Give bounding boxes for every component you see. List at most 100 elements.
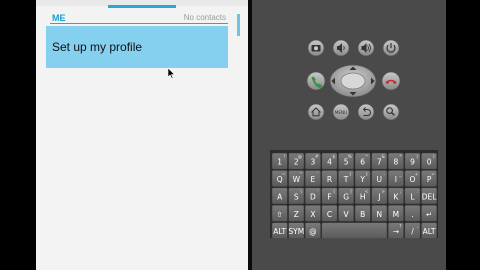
key-label: B xyxy=(360,210,365,219)
key-label: Y xyxy=(359,175,365,184)
key-period[interactable]: . xyxy=(404,204,421,222)
key-y[interactable]: }Y xyxy=(354,170,371,187)
key-label: 7 xyxy=(377,158,382,167)
key-9[interactable]: (9 xyxy=(404,152,421,170)
key-o[interactable]: +O xyxy=(404,170,421,187)
scrollbar[interactable] xyxy=(237,14,240,36)
key-w[interactable]: "W xyxy=(288,170,305,187)
key-q[interactable]: ~Q xyxy=(271,170,288,187)
key-shift[interactable]: ⇧ xyxy=(271,204,288,222)
key-r[interactable]: R xyxy=(321,170,338,187)
key-enter[interactable]: ↵ xyxy=(421,204,438,222)
search-button[interactable] xyxy=(382,103,400,121)
key-alt-label: ; xyxy=(400,189,401,194)
key-alt[interactable]: ALT xyxy=(271,222,288,240)
setup-profile-button[interactable]: Set up my profile xyxy=(46,26,228,68)
call-button[interactable] xyxy=(306,71,326,91)
key-s[interactable]: \S xyxy=(288,187,305,205)
key-a[interactable]: A xyxy=(271,187,288,205)
key-1[interactable]: !1 xyxy=(271,152,288,170)
key-e[interactable]: ´E xyxy=(304,170,321,187)
power-button[interactable] xyxy=(382,39,400,57)
key-label: F xyxy=(327,192,331,201)
key-label: A xyxy=(277,192,283,201)
key-label: Q xyxy=(277,175,283,184)
key-label: D xyxy=(310,192,316,201)
key-label: T xyxy=(343,175,349,184)
end-call-button[interactable] xyxy=(381,71,401,91)
key-f[interactable]: [F xyxy=(321,187,338,205)
key-p[interactable]: =P xyxy=(421,170,438,187)
key-x[interactable]: X xyxy=(304,204,321,222)
key-label: X xyxy=(310,210,315,219)
key-c[interactable]: C xyxy=(321,204,338,222)
key-label: 6 xyxy=(360,158,365,167)
key-label: U xyxy=(377,175,383,184)
key-d[interactable]: 'D xyxy=(304,187,321,205)
key-7[interactable]: &7 xyxy=(371,152,388,170)
key-label: Z xyxy=(294,210,299,219)
key-h[interactable]: <H xyxy=(354,187,371,205)
key-space[interactable] xyxy=(321,222,388,240)
key-6[interactable]: ^6 xyxy=(354,152,371,170)
key-label: ↵ xyxy=(426,210,432,219)
key-n[interactable]: N xyxy=(371,204,388,222)
key-label: V xyxy=(344,210,350,219)
key-arrow[interactable]: ?→ xyxy=(387,222,404,240)
key-label: SYM xyxy=(288,227,304,236)
key-at[interactable]: @ xyxy=(304,222,321,240)
setup-profile-label: Set up my profile xyxy=(52,40,143,54)
key-label: 2 xyxy=(294,158,299,167)
key-t[interactable]: {T xyxy=(338,170,355,187)
key-alt-label: & xyxy=(382,154,385,159)
key-8[interactable]: *8 xyxy=(387,152,404,170)
key-label: ALT xyxy=(423,227,436,236)
key-label: P xyxy=(427,175,432,184)
emulator-controls: MENU !1@2#3$4%5^6&7*8(9)0~Q"W´E R{T}Y-U_I… xyxy=(270,39,438,240)
volume-up-button[interactable] xyxy=(357,39,375,57)
key-k[interactable]: ;K xyxy=(387,187,404,205)
key-label: W xyxy=(293,175,301,184)
key-m[interactable]: M xyxy=(387,204,404,222)
key-alt-label: = xyxy=(431,171,434,176)
key-v[interactable]: V xyxy=(338,204,355,222)
key-i[interactable]: _I xyxy=(387,170,404,187)
key-j[interactable]: >J xyxy=(371,187,388,205)
menu-button[interactable]: MENU xyxy=(332,103,350,121)
back-button[interactable] xyxy=(357,103,375,121)
camera-icon xyxy=(311,45,321,52)
camera-button[interactable] xyxy=(307,39,325,57)
key-label: DEL xyxy=(422,192,438,201)
tab-indicator-active xyxy=(108,5,176,8)
key-label: → xyxy=(393,227,399,236)
key-alt-label: " xyxy=(300,171,302,176)
key-label: H xyxy=(360,192,366,201)
key-alt-label: ^ xyxy=(365,154,368,159)
key-label: J xyxy=(377,192,380,201)
key-4[interactable]: $4 xyxy=(321,152,338,170)
key-slash[interactable]: ,/ xyxy=(404,222,421,240)
key-label: 4 xyxy=(327,158,332,167)
key-label: 9 xyxy=(410,158,415,167)
key-label: O xyxy=(410,175,416,184)
dpad-center-button[interactable] xyxy=(340,72,366,90)
key-alt[interactable]: ALT xyxy=(421,222,438,240)
key-sym[interactable]: SYM xyxy=(288,222,305,240)
key-label: 1 xyxy=(277,158,282,167)
key-label: M xyxy=(393,210,399,219)
key-3[interactable]: #3 xyxy=(304,152,321,170)
key-b[interactable]: B xyxy=(354,204,371,222)
phone-screen: ME No contacts Set up my profile xyxy=(36,0,248,270)
key-l[interactable]: :L xyxy=(404,187,421,205)
key-label: . xyxy=(411,210,413,219)
key-del[interactable]: DEL xyxy=(421,187,438,205)
key-z[interactable]: Z xyxy=(288,204,305,222)
key-label: S xyxy=(294,192,299,201)
key-u[interactable]: -U xyxy=(371,170,388,187)
key-2[interactable]: @2 xyxy=(288,152,305,170)
key-0[interactable]: )0 xyxy=(421,152,438,170)
key-g[interactable]: ]G xyxy=(338,187,355,205)
key-5[interactable]: %5 xyxy=(338,152,355,170)
volume-down-button[interactable] xyxy=(332,39,350,57)
home-button[interactable] xyxy=(307,103,325,121)
